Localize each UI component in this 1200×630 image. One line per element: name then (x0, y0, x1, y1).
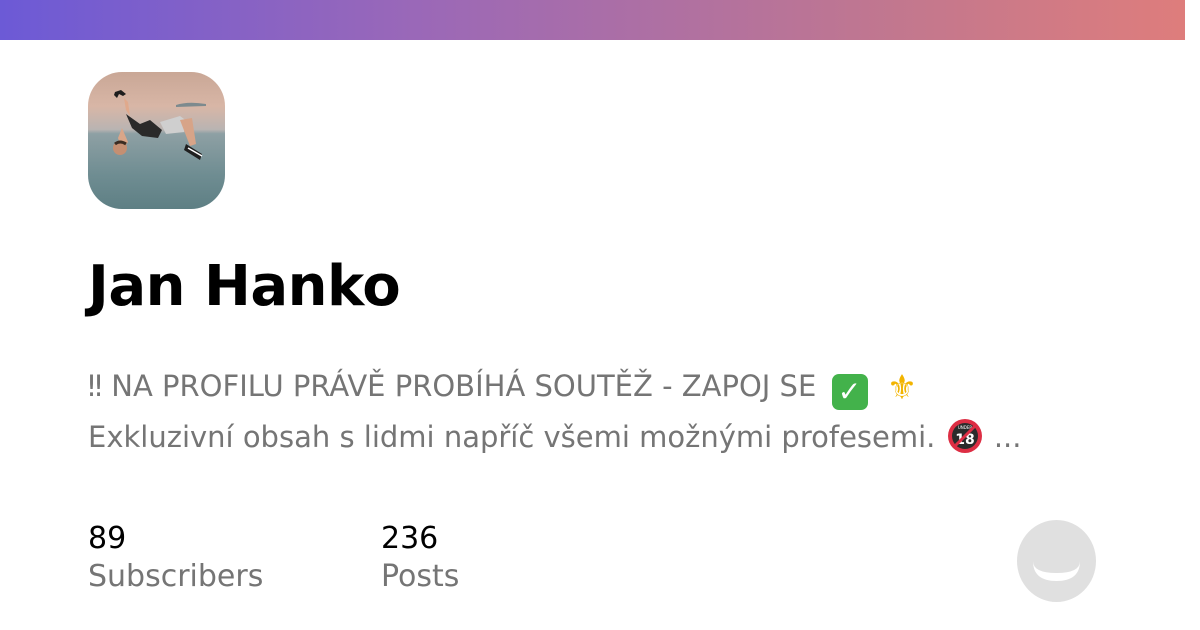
bio-line-1-text: ‼ NA PROFILU PRÁVĚ PROBÍHÁ SOUTĚŽ - ZAPO… (88, 369, 817, 403)
avatar[interactable] (88, 72, 225, 209)
subscribers-label: Subscribers (88, 559, 264, 594)
profile-bio: ‼ NA PROFILU PRÁVĚ PROBÍHÁ SOUTĚŽ - ZAPO… (88, 362, 1088, 462)
profile-photo-backflip (88, 72, 225, 209)
posts-stat[interactable]: 236 Posts (381, 520, 459, 596)
subscribers-stat[interactable]: 89 Subscribers (88, 520, 263, 596)
bio-line-2: Exkluzivní obsah s lidmi napříč všemi mo… (88, 413, 1088, 462)
gradient-top-bar (0, 0, 1185, 40)
check-mark-emoji-icon: ✓ (831, 374, 868, 410)
posts-count: 236 (381, 521, 439, 556)
bio-line-1: ‼ NA PROFILU PRÁVĚ PROBÍHÁ SOUTĚŽ - ZAPO… (88, 362, 1088, 413)
bio-ellipsis: ... (993, 420, 1022, 454)
fleur-de-lis-emoji-icon: ⚜ (886, 368, 918, 408)
bio-line-2-text: Exkluzivní obsah s lidmi napříč všemi mo… (88, 420, 936, 454)
under-18-icon: UNDER 18 (947, 419, 982, 453)
smile-logo-icon (1017, 520, 1096, 602)
posts-label: Posts (381, 559, 460, 594)
subscribers-count: 89 (88, 521, 127, 556)
profile-name: Jan Hanko (88, 254, 401, 319)
profile-card: Jan Hanko ‼ NA PROFILU PRÁVĚ PROBÍHÁ SOU… (0, 0, 1200, 630)
